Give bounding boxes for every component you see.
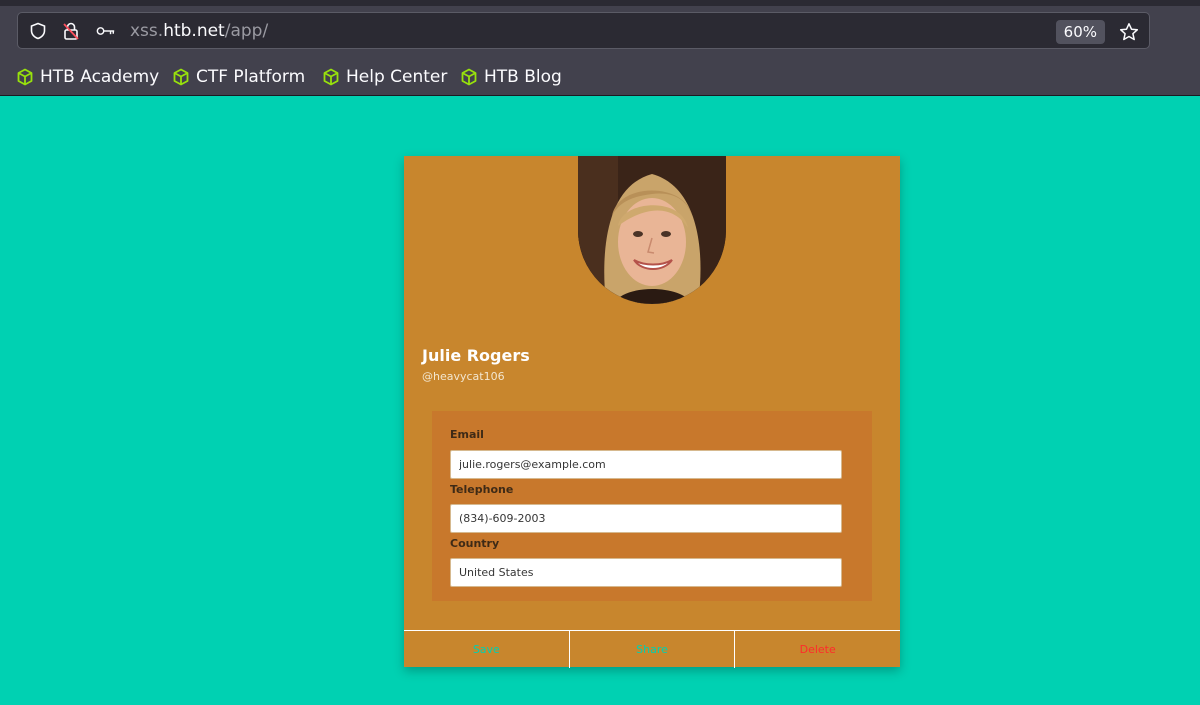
email-field[interactable]	[450, 450, 842, 479]
key-icon[interactable]	[96, 21, 116, 41]
bookmark-htb-academy[interactable]: HTB Academy	[16, 66, 159, 88]
profile-photo	[578, 156, 726, 304]
navigation-toolbar: xss.htb.net/app/ 60%	[0, 6, 1200, 58]
country-field[interactable]	[450, 558, 842, 587]
bookmark-label: HTB Academy	[40, 67, 160, 87]
telephone-label: Telephone	[450, 483, 514, 496]
bookmarks-toolbar: HTB Academy CTF Platform Help Center HTB…	[0, 58, 1200, 96]
email-label: Email	[450, 428, 484, 441]
bookmark-htb-blog[interactable]: HTB Blog	[460, 66, 562, 88]
url-path: /app/	[224, 21, 269, 41]
bookmark-ctf-platform[interactable]: CTF Platform	[172, 66, 305, 88]
address-bar[interactable]: xss.htb.net/app/ 60%	[17, 12, 1150, 49]
cube-icon	[17, 68, 33, 86]
url-text[interactable]: xss.htb.net/app/	[130, 21, 268, 41]
country-label: Country	[450, 537, 500, 550]
url-host: htb.net	[163, 21, 225, 41]
cube-icon	[323, 68, 339, 86]
bookmark-label: CTF Platform	[196, 67, 306, 87]
url-subdomain: xss.	[130, 21, 164, 41]
cube-icon	[173, 68, 189, 86]
share-button[interactable]: Share	[568, 631, 735, 668]
bookmark-star-icon[interactable]	[1117, 20, 1141, 44]
card-actions: Save Share Delete	[404, 630, 900, 668]
profile-card: Julie Rogers @heavycat106 Email Telephon…	[404, 156, 900, 668]
profile-name: Julie Rogers	[422, 346, 530, 365]
telephone-field[interactable]	[450, 504, 842, 533]
bookmark-label: Help Center	[346, 67, 448, 87]
insecure-lock-icon[interactable]	[61, 21, 81, 41]
shield-icon[interactable]	[28, 21, 48, 41]
profile-form: Email Telephone Country	[432, 411, 872, 601]
profile-handle: @heavycat106	[422, 370, 505, 383]
delete-button[interactable]: Delete	[734, 631, 900, 668]
cube-icon	[461, 68, 477, 86]
zoom-level-button[interactable]: 60%	[1055, 20, 1105, 44]
save-button[interactable]: Save	[404, 631, 569, 668]
bookmark-label: HTB Blog	[484, 67, 562, 87]
bookmark-help-center[interactable]: Help Center	[322, 66, 447, 88]
